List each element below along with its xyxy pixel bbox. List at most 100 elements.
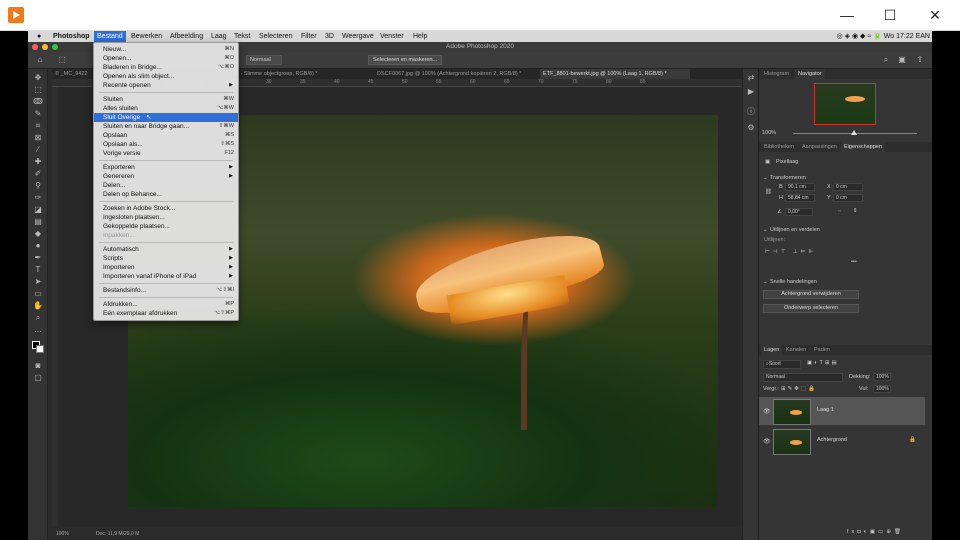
- width-field[interactable]: 90,1 cm: [785, 183, 815, 191]
- frame-tool-icon[interactable]: ⊠: [32, 133, 44, 143]
- status-zoom[interactable]: 100%: [56, 528, 69, 540]
- blend-mode-select[interactable]: Normaal: [246, 55, 282, 65]
- menu-item-import[interactable]: Importeren ▶: [94, 263, 238, 272]
- menu-afbeelding[interactable]: Afbeelding: [167, 31, 206, 42]
- align-chevron-icon[interactable]: ⌄: [763, 227, 768, 233]
- clone-stamp-icon[interactable]: ⚲: [32, 181, 44, 191]
- zoom-tool-icon[interactable]: ⌕: [32, 313, 44, 323]
- navigator-zoom[interactable]: 100%: [762, 130, 776, 136]
- opacity-field[interactable]: 100%: [873, 373, 891, 381]
- menu-weergave[interactable]: Weergave: [339, 31, 377, 42]
- tab-properties[interactable]: Eigenschappen: [841, 142, 885, 152]
- info-panel-icon[interactable]: ⓘ: [745, 107, 757, 117]
- shape-tool-icon[interactable]: ▭: [32, 289, 44, 299]
- history-panel-icon[interactable]: ⇄: [745, 73, 757, 83]
- screen-mode-icon[interactable]: ▢: [32, 373, 44, 383]
- transform-title[interactable]: Transformeren: [770, 175, 806, 181]
- lock-icons[interactable]: ⊞✎✥⬚🔒: [781, 386, 817, 392]
- tab-doc-2[interactable]: w - Slimme objectgroep, RGB/8) *: [232, 69, 372, 79]
- flip-horizontal-icon[interactable]: ⇔: [837, 208, 843, 214]
- menu-item-print-one[interactable]: Eén exemplaar afdrukken ⌥⇧⌘P: [94, 309, 238, 318]
- menu-item-open[interactable]: Openen... ⌘O: [94, 54, 238, 63]
- menu-item-import-iphone[interactable]: Importeren vanaf iPhone of iPad ▶: [94, 272, 238, 281]
- layer-footer-icons[interactable]: fx◘◐▣▭⊕🗑: [847, 529, 904, 535]
- tab-doc-3[interactable]: DSCF0067.jpg @ 100% (Achtergrond kopiëre…: [374, 69, 538, 79]
- quick-select-icon[interactable]: ✎: [32, 109, 44, 119]
- menu-help[interactable]: Help: [410, 31, 430, 42]
- menu-item-share[interactable]: Delen...: [94, 181, 238, 190]
- menu-item-print[interactable]: Afdrukken... ⌘P: [94, 300, 238, 309]
- tab-adjustments[interactable]: Aanpassingen: [799, 142, 840, 152]
- menu-item-place-embedded[interactable]: Ingesloten plaatsen...: [94, 213, 238, 222]
- type-tool-icon[interactable]: T: [32, 265, 44, 275]
- zoom-slider-handle[interactable]: [851, 130, 857, 135]
- marquee-options-icon[interactable]: ⬚: [56, 55, 68, 65]
- layer-name[interactable]: Achtergrond: [817, 437, 847, 443]
- menu-3d[interactable]: 3D: [322, 31, 337, 42]
- healing-brush-icon[interactable]: ✚: [32, 157, 44, 167]
- flip-vertical-icon[interactable]: ⇕: [853, 208, 858, 214]
- marquee-tool-icon[interactable]: ⬚: [32, 85, 44, 95]
- layer-row[interactable]: 👁 Laag 1: [759, 397, 925, 425]
- apple-icon[interactable]: ●: [34, 31, 44, 42]
- path-select-icon[interactable]: ➤: [32, 277, 44, 287]
- blur-tool-icon[interactable]: ◆: [32, 229, 44, 239]
- tab-navigator[interactable]: Navigator: [795, 69, 825, 79]
- menu-item-export[interactable]: Exporteren ▶: [94, 163, 238, 172]
- history-brush-icon[interactable]: ✑: [32, 193, 44, 203]
- tab-channels[interactable]: Kanalen: [783, 345, 809, 355]
- more-tools-icon[interactable]: …: [32, 325, 44, 335]
- height-field[interactable]: 58,84 cm: [785, 194, 815, 202]
- gradient-tool-icon[interactable]: ▤: [32, 217, 44, 227]
- layer-kind-filter[interactable]: ⌕Soort: [763, 360, 801, 369]
- menu-item-adobe-stock[interactable]: Zoeken in Adobe Stock...: [94, 204, 238, 213]
- menu-item-bridge[interactable]: Bladeren in Bridge... ⌥⌘O: [94, 63, 238, 72]
- mac-close-dot[interactable]: [32, 44, 38, 50]
- menu-item-close-others[interactable]: Sluit Overige ↖: [94, 113, 238, 122]
- menu-bewerken[interactable]: Bewerken: [128, 31, 165, 42]
- visibility-eye-icon[interactable]: 👁: [763, 438, 771, 445]
- layer-name[interactable]: Laag 1: [817, 407, 834, 413]
- menu-item-save-as[interactable]: Opslaan als... ⇧⌘S: [94, 140, 238, 149]
- menu-laag[interactable]: Laag: [208, 31, 230, 42]
- eraser-icon[interactable]: ◪: [32, 205, 44, 215]
- layer-blend-select[interactable]: Normaal: [763, 373, 843, 382]
- menu-item-generate[interactable]: Genereren ▶: [94, 172, 238, 181]
- properties-panel-icon[interactable]: ⚙: [745, 123, 757, 133]
- layer-row[interactable]: 👁 Achtergrond 🔒: [759, 427, 925, 455]
- menu-item-file-info[interactable]: Bestandsinfo... ⌥⇧⌘I: [94, 286, 238, 295]
- menu-item-place-linked[interactable]: Gekoppelde plaatsen...: [94, 222, 238, 231]
- more-align-icon[interactable]: •••: [851, 259, 857, 265]
- menu-item-automate[interactable]: Automatisch ▶: [94, 245, 238, 254]
- move-tool-icon[interactable]: ✥: [32, 73, 44, 83]
- tab-layers[interactable]: Lagen: [761, 345, 783, 355]
- align-buttons-icon[interactable]: ⊢⊣⊤ ⊥⊨⊩: [765, 249, 816, 255]
- workspace-icon[interactable]: ▣: [896, 55, 908, 65]
- menu-item-scripts[interactable]: Scripts ▶: [94, 254, 238, 263]
- mac-minimize-dot[interactable]: [42, 44, 48, 50]
- link-icon[interactable]: ⛓: [765, 189, 772, 195]
- maximize-button[interactable]: ☐: [875, 5, 905, 25]
- tab-libraries[interactable]: Bibliotheken: [761, 142, 797, 152]
- menu-item-close[interactable]: Sluiten ⌘W: [94, 95, 238, 104]
- background-color[interactable]: [36, 345, 44, 353]
- y-field[interactable]: 0 cm: [833, 194, 863, 202]
- menu-selecteren[interactable]: Selecteren: [256, 31, 295, 42]
- minimize-button[interactable]: —: [832, 5, 862, 25]
- actions-panel-icon[interactable]: ▶: [745, 87, 757, 97]
- fill-field[interactable]: 100%: [873, 385, 891, 393]
- quick-mask-icon[interactable]: ◙: [32, 361, 44, 371]
- menu-item-recent[interactable]: Recente openen ▶: [94, 81, 238, 90]
- tab-doc-4[interactable]: ETF_8801-bewerkt.jpg @ 100% (Laag 1, RGB…: [540, 69, 690, 79]
- navigator-thumbnail[interactable]: [814, 83, 876, 125]
- menu-item-revert[interactable]: Vorige versie F12: [94, 149, 238, 158]
- menu-item-close-all[interactable]: Alles sluiten ⌥⌘W: [94, 104, 238, 113]
- crop-tool-icon[interactable]: ⌗: [32, 121, 44, 131]
- wifi-icon[interactable]: ◎ ◈ ◉ ◆ ≈ 🔋: [837, 33, 884, 40]
- remove-background-button[interactable]: Achtergrond verwijderen: [763, 290, 859, 299]
- menu-tekst[interactable]: Tekst: [231, 31, 253, 42]
- align-title[interactable]: Uitlijnen en verdelen: [770, 227, 820, 233]
- transform-header-chevron-icon[interactable]: ⌄: [763, 175, 768, 181]
- tab-paths[interactable]: Paden: [811, 345, 833, 355]
- select-and-mask-button[interactable]: Selecteren en maskeren...: [368, 55, 443, 65]
